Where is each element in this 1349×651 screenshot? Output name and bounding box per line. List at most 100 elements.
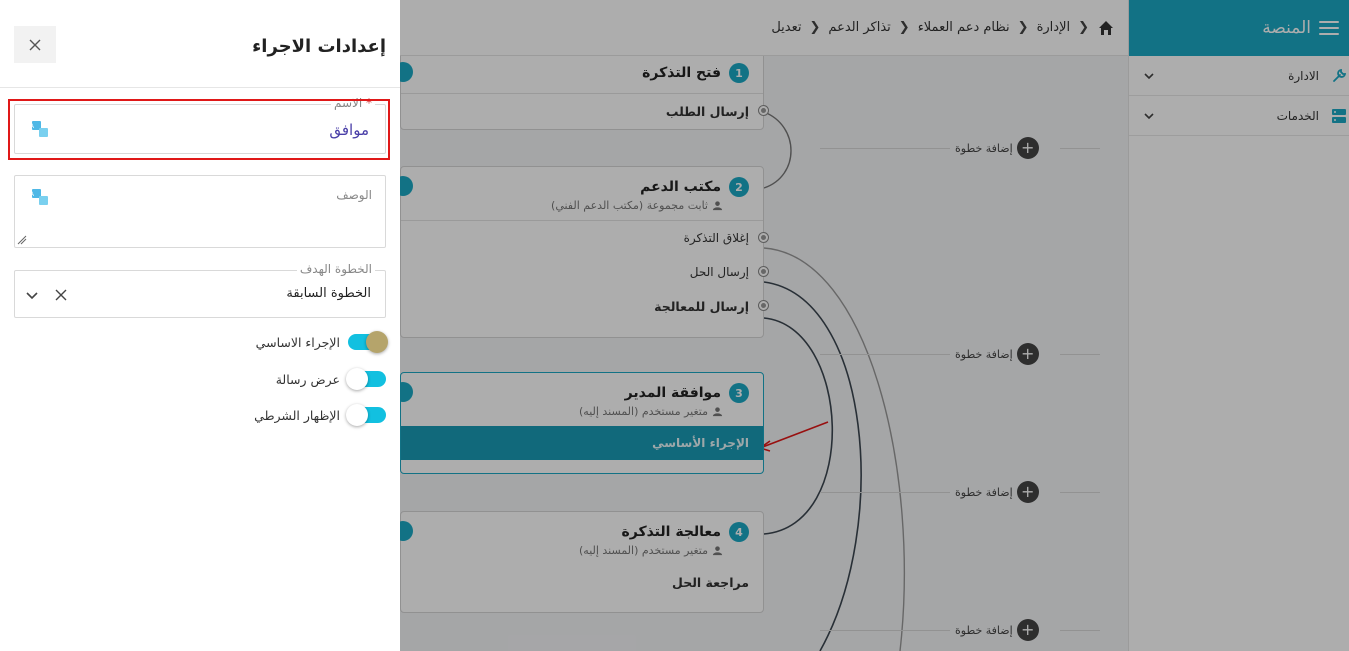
toggle-label: الإجراء الاساسي bbox=[255, 334, 340, 350]
action-settings-panel: إعدادات الاجراء * الاسم موافق A الوصف A … bbox=[0, 0, 400, 651]
server-icon bbox=[1332, 109, 1346, 123]
add-step-label: إضافة خطوة bbox=[955, 623, 1013, 637]
brand-title: المنصة bbox=[1262, 18, 1311, 38]
divider bbox=[1060, 148, 1100, 149]
action-row-selected[interactable]: الإجراء الأساسي bbox=[401, 426, 763, 460]
action-label: الإجراء الأساسي bbox=[652, 436, 749, 450]
action-row[interactable]: مراجعة الحل bbox=[401, 565, 763, 599]
action-row[interactable]: إغلاق التذكرة bbox=[401, 221, 768, 255]
menu-icon[interactable] bbox=[1319, 21, 1339, 35]
primary-action-switch[interactable] bbox=[348, 331, 388, 353]
chevron-down-icon[interactable] bbox=[1143, 110, 1155, 122]
step-actions: الإجراء الأساسي bbox=[401, 426, 763, 460]
divider bbox=[1060, 630, 1100, 631]
step-number: 3 bbox=[729, 383, 749, 403]
chevron-down-icon[interactable] bbox=[1143, 70, 1155, 82]
show-message-switch[interactable] bbox=[346, 368, 386, 390]
action-label: إغلاق التذكرة bbox=[683, 231, 749, 245]
home-icon[interactable] bbox=[1098, 20, 1114, 36]
workflow-step[interactable]: 3 موافقة المدير متغير مستخدم (المسند إلي… bbox=[400, 372, 764, 474]
workflow-step[interactable]: 2 مكتب الدعم ثابت مجموعة (مكتب الدعم الف… bbox=[400, 166, 768, 338]
close-button[interactable] bbox=[14, 26, 56, 63]
switch-knob bbox=[346, 368, 368, 390]
step-actions: إغلاق التذكرة إرسال الحل إرسال للمعالجة bbox=[401, 220, 768, 323]
add-step-label: إضافة خطوة bbox=[955, 141, 1013, 155]
target-step-value: الخطوة السابقة bbox=[286, 286, 371, 301]
breadcrumb-item[interactable]: نظام دعم العملاء bbox=[913, 20, 1015, 35]
action-row[interactable]: إرسال الحل bbox=[401, 255, 768, 289]
plus-icon: + bbox=[1016, 481, 1039, 503]
resize-handle-icon[interactable] bbox=[17, 235, 27, 245]
connector-handle[interactable] bbox=[759, 106, 768, 115]
description-field[interactable]: الوصف A bbox=[14, 175, 386, 248]
sidebar-item-admin[interactable]: الادارة bbox=[1129, 56, 1349, 96]
target-step-select[interactable]: الخطوة الهدف الخطوة السابقة bbox=[14, 262, 386, 318]
action-row[interactable]: إرسال للمعالجة bbox=[401, 289, 768, 323]
workflow-canvas: 1 فتح التذكرة إرسال الطلب + إضافة خطوة 2… bbox=[400, 56, 1128, 651]
chevron-left-icon: ❮ bbox=[1017, 20, 1029, 35]
divider bbox=[1060, 354, 1100, 355]
step-number: 4 bbox=[729, 522, 749, 542]
divider bbox=[820, 630, 950, 631]
workflow-step[interactable]: 4 معالجة التذكرة متغير مستخدم (المسند إل… bbox=[400, 511, 764, 613]
conditional-display-switch[interactable] bbox=[346, 404, 386, 426]
breadcrumb-item[interactable]: الإدارة bbox=[1032, 20, 1076, 35]
step-title: موافقة المدير bbox=[624, 385, 721, 401]
connector-handle[interactable] bbox=[759, 233, 768, 242]
sidebar-item-services[interactable]: الخدمات bbox=[1129, 96, 1349, 136]
name-field-value[interactable]: موافق bbox=[329, 121, 369, 139]
translate-icon[interactable]: A bbox=[31, 188, 49, 206]
connector-handle[interactable] bbox=[759, 267, 768, 276]
name-field[interactable]: * الاسم موافق A bbox=[14, 96, 386, 154]
add-step-button[interactable]: + إضافة خطوة bbox=[955, 343, 1039, 365]
add-step-label: إضافة خطوة bbox=[955, 347, 1013, 361]
toggle-label: الإظهار الشرطي bbox=[254, 407, 340, 423]
workflow-step[interactable]: 1 فتح التذكرة إرسال الطلب bbox=[400, 56, 768, 130]
toggle-show-message[interactable]: عرض رسالة bbox=[275, 368, 386, 390]
step-assignee: ثابت مجموعة (مكتب الدعم الفني) bbox=[401, 199, 763, 212]
clear-icon[interactable] bbox=[55, 289, 67, 301]
add-step-button[interactable]: + إضافة خطوة bbox=[955, 481, 1039, 503]
step-header: 1 فتح التذكرة bbox=[401, 56, 763, 93]
chevron-down-icon[interactable] bbox=[25, 288, 39, 302]
divider bbox=[820, 492, 950, 493]
chevron-left-icon: ❮ bbox=[1078, 20, 1089, 35]
step-actions: إرسال الطلب bbox=[401, 93, 768, 128]
translate-icon[interactable]: A bbox=[31, 120, 49, 138]
step-title: مكتب الدعم bbox=[640, 179, 721, 195]
required-mark: * bbox=[366, 96, 372, 110]
step-actions: مراجعة الحل bbox=[401, 565, 763, 599]
breadcrumb: ❮ الإدارة ❮ نظام دعم العملاء ❮ تذاكر الد… bbox=[400, 0, 1128, 56]
chevron-left-icon: ❮ bbox=[809, 20, 821, 35]
panel-title: إعدادات الاجراء bbox=[252, 36, 386, 57]
app-sidebar: المنصة الادارة الخدمات bbox=[1128, 0, 1349, 651]
step-subtitle: ثابت مجموعة (مكتب الدعم الفني) bbox=[551, 199, 708, 212]
divider bbox=[1060, 492, 1100, 493]
connector-handle[interactable] bbox=[759, 301, 768, 310]
user-icon bbox=[712, 201, 723, 211]
sidebar-item-label: الادارة bbox=[1288, 68, 1319, 83]
toggle-conditional-display[interactable]: الإظهار الشرطي bbox=[254, 404, 386, 426]
step-subtitle: متغير مستخدم (المسند إليه) bbox=[579, 544, 708, 557]
step-number: 1 bbox=[729, 63, 749, 83]
plus-icon: + bbox=[1016, 343, 1039, 365]
name-field-label: * الاسم bbox=[330, 96, 375, 110]
close-icon bbox=[29, 39, 41, 50]
switch-knob bbox=[366, 331, 388, 353]
action-row[interactable]: إرسال الطلب bbox=[401, 94, 768, 128]
toggle-label: عرض رسالة bbox=[275, 371, 340, 387]
wrench-icon bbox=[1333, 68, 1347, 82]
user-icon bbox=[712, 407, 723, 417]
description-field-label: الوصف bbox=[336, 188, 372, 202]
step-assignee: متغير مستخدم (المسند إليه) bbox=[401, 544, 763, 557]
breadcrumb-item[interactable]: تذاكر الدعم bbox=[823, 20, 895, 35]
action-label: إرسال للمعالجة bbox=[654, 298, 749, 314]
action-label: إرسال الطلب bbox=[665, 103, 749, 119]
divider bbox=[820, 148, 950, 149]
add-step-button[interactable]: + إضافة خطوة bbox=[955, 619, 1039, 641]
add-step-button[interactable]: + إضافة خطوة bbox=[955, 137, 1039, 159]
step-title: معالجة التذكرة bbox=[621, 524, 721, 540]
breadcrumb-item-current: تعديل bbox=[771, 20, 802, 35]
sidebar-item-label: الخدمات bbox=[1276, 108, 1319, 123]
toggle-primary-action[interactable]: الإجراء الاساسي bbox=[255, 331, 388, 353]
